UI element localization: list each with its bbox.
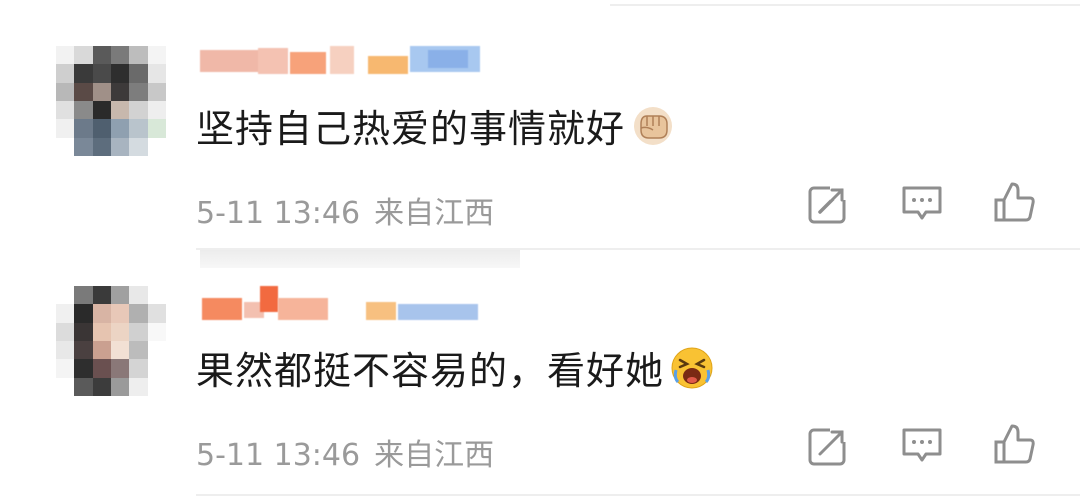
comment-icon[interactable] (900, 182, 944, 226)
username-redacted[interactable] (198, 44, 488, 80)
comment-body: 果然都挺不容易的，看好她 (196, 349, 665, 393)
comment-meta: 5-11 13:46 来自江西 (196, 188, 494, 232)
thumbs-up-icon[interactable] (992, 422, 1036, 466)
thumbs-up-icon[interactable] (992, 180, 1036, 224)
comment-icon[interactable] (900, 424, 944, 468)
comment-date: 5-11 13:46 (196, 196, 361, 231)
avatar[interactable] (56, 46, 166, 156)
username-redacted[interactable] (198, 286, 488, 322)
comment-body: 坚持自己热爱的事情就好 (196, 107, 626, 151)
comment-text: 坚持自己热爱的事情就好 (196, 98, 675, 153)
comment-divider (196, 494, 1080, 496)
fist-emoji-icon (631, 104, 675, 148)
blurred-band (200, 250, 520, 268)
avatar[interactable] (56, 286, 166, 396)
repost-icon[interactable] (806, 424, 850, 468)
comment-list: 坚持自己热爱的事情就好 5-11 13:46 来自江西 果然都挺不容易的，看好她… (0, 0, 1080, 502)
comment-location: 来自江西 (374, 438, 495, 473)
crying-face-emoji-icon (670, 346, 714, 390)
comment-date: 5-11 13:46 (196, 438, 361, 473)
comment-location: 来自江西 (374, 196, 495, 231)
comment-meta: 5-11 13:46 来自江西 (196, 430, 494, 474)
comment-text: 果然都挺不容易的，看好她 (196, 340, 714, 395)
repost-icon[interactable] (806, 182, 850, 226)
comment-item: 果然都挺不容易的，看好她 5-11 13:46 来自江西 (0, 250, 1080, 502)
comment-item: 坚持自己热爱的事情就好 5-11 13:46 来自江西 (0, 0, 1080, 250)
